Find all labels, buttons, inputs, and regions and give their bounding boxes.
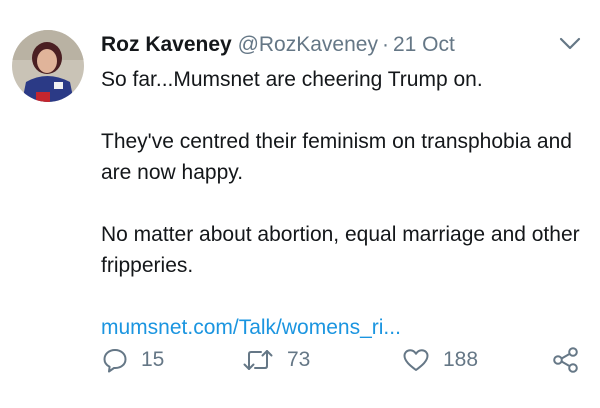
user-handle[interactable]: @RozKaveney: [238, 33, 378, 56]
display-name[interactable]: Roz Kaveney: [101, 33, 232, 56]
timestamp[interactable]: 21 Oct: [393, 33, 455, 56]
tweet-header: Roz Kaveney @RozKaveney · 21 Oct: [101, 30, 455, 60]
tweet-paragraph: So far...Mumsnet are cheering Trump on.: [101, 68, 483, 91]
retweet-button[interactable]: 73: [241, 343, 310, 377]
separator-dot: ·: [381, 33, 389, 56]
reply-count: 15: [141, 348, 165, 371]
reply-icon: [103, 349, 127, 373]
like-button[interactable]: 188: [401, 343, 478, 377]
share-button[interactable]: [551, 343, 581, 377]
chevron-down-icon: [559, 37, 581, 50]
tweet-card: Roz Kaveney @RozKaveney · 21 Oct So far...…: [0, 0, 600, 408]
like-count: 188: [443, 348, 479, 371]
reply-button[interactable]: 15: [101, 343, 164, 377]
like-icon: [403, 349, 429, 371]
share-icon: [553, 347, 578, 373]
tweet-paragraph: No matter about abortion, equal marriage…: [101, 223, 580, 277]
avatar-image: [12, 30, 84, 102]
avatar[interactable]: [12, 30, 84, 102]
tweet-actions: 15 73 188: [101, 343, 591, 377]
tweet-paragraph: They've centred their feminism on transp…: [101, 130, 572, 184]
more-options-button[interactable]: [558, 34, 582, 54]
retweet-count: 73: [287, 348, 311, 371]
tweet-text: So far...Mumsnet are cheering Trump on. …: [101, 64, 581, 343]
retweet-icon: [243, 350, 273, 370]
tweet-link[interactable]: mumsnet.com/Talk/womens_ri...: [101, 316, 401, 339]
